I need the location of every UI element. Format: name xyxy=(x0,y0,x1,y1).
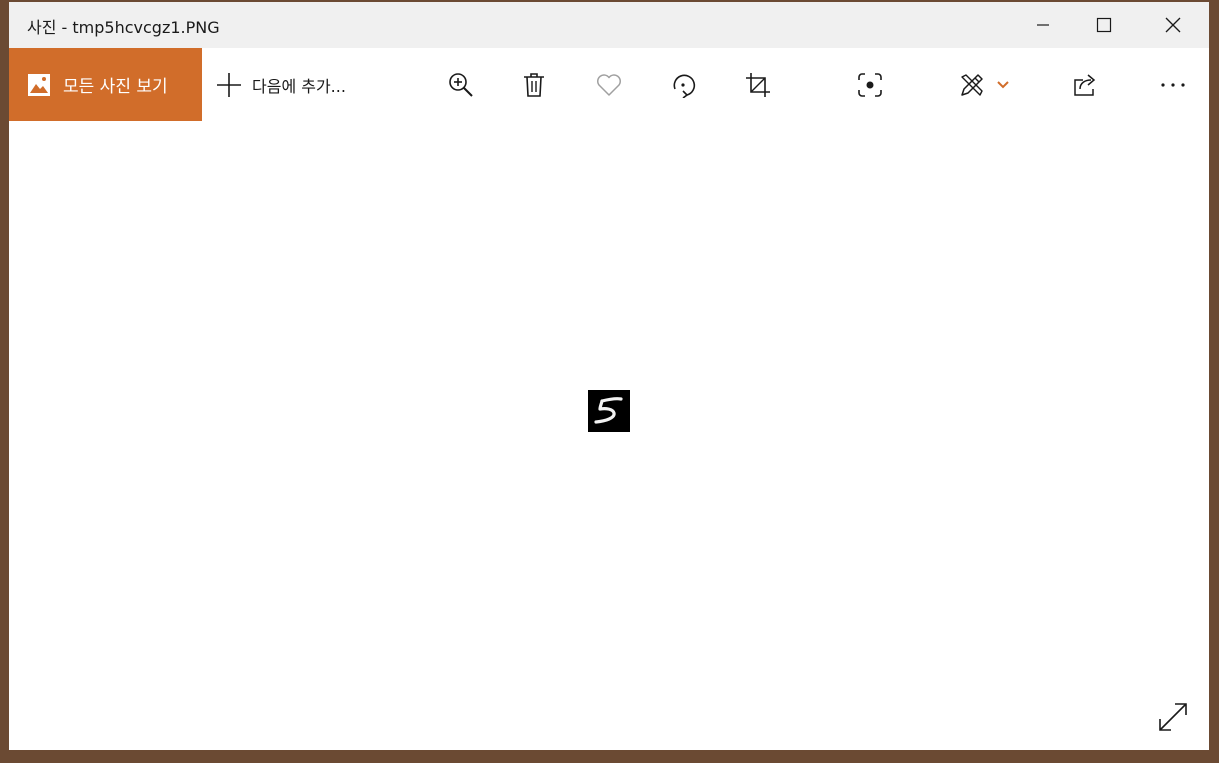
visual-search-button[interactable] xyxy=(856,71,884,99)
favorite-icon xyxy=(597,74,621,96)
title-bar[interactable]: 사진 - tmp5hcvcgz1.PNG xyxy=(9,2,1209,48)
image-viewer-canvas[interactable] xyxy=(9,121,1209,750)
edit-dropdown-button[interactable] xyxy=(993,71,1013,99)
photos-app-window: 사진 - tmp5hcvcgz1.PNG 모든 사진 보기 다음에 추가... xyxy=(9,2,1209,750)
rotate-button[interactable] xyxy=(669,71,697,99)
digit-five-image xyxy=(594,397,623,424)
minimize-button[interactable] xyxy=(1009,2,1077,48)
add-to-button[interactable]: 다음에 추가... xyxy=(216,48,346,121)
favorite-button[interactable] xyxy=(595,71,623,99)
toolbar: 모든 사진 보기 다음에 추가... xyxy=(9,48,1209,121)
more-icon xyxy=(1161,83,1185,87)
window-title: 사진 - tmp5hcvcgz1.PNG xyxy=(27,18,220,37)
rotate-icon xyxy=(673,74,696,98)
fullscreen-button[interactable] xyxy=(1157,701,1189,733)
add-to-label: 다음에 추가... xyxy=(252,76,346,96)
crop-button[interactable] xyxy=(744,71,772,99)
visual-search-icon xyxy=(858,73,882,97)
zoom-button[interactable] xyxy=(447,71,475,99)
more-button[interactable] xyxy=(1159,71,1187,99)
plus-icon xyxy=(217,72,241,97)
zoom-in-icon xyxy=(449,73,473,97)
crop-icon xyxy=(746,73,770,97)
fullscreen-icon xyxy=(1159,703,1187,731)
share-button[interactable] xyxy=(1071,71,1099,99)
edit-create-button[interactable] xyxy=(958,71,986,99)
displayed-photo[interactable] xyxy=(588,390,630,432)
chevron-down-icon xyxy=(997,81,1009,89)
minimize-icon xyxy=(1037,24,1049,26)
maximize-button[interactable] xyxy=(1070,2,1138,48)
share-icon xyxy=(1074,74,1096,96)
close-icon xyxy=(1165,17,1181,33)
delete-button[interactable] xyxy=(520,71,548,99)
all-photos-label: 모든 사진 보기 xyxy=(63,77,168,97)
maximize-icon xyxy=(1096,17,1112,33)
delete-icon xyxy=(524,73,544,97)
edit-icon xyxy=(961,74,983,96)
photo-gallery-icon xyxy=(27,73,51,97)
close-button[interactable] xyxy=(1139,2,1207,48)
all-photos-button[interactable]: 모든 사진 보기 xyxy=(9,48,202,121)
